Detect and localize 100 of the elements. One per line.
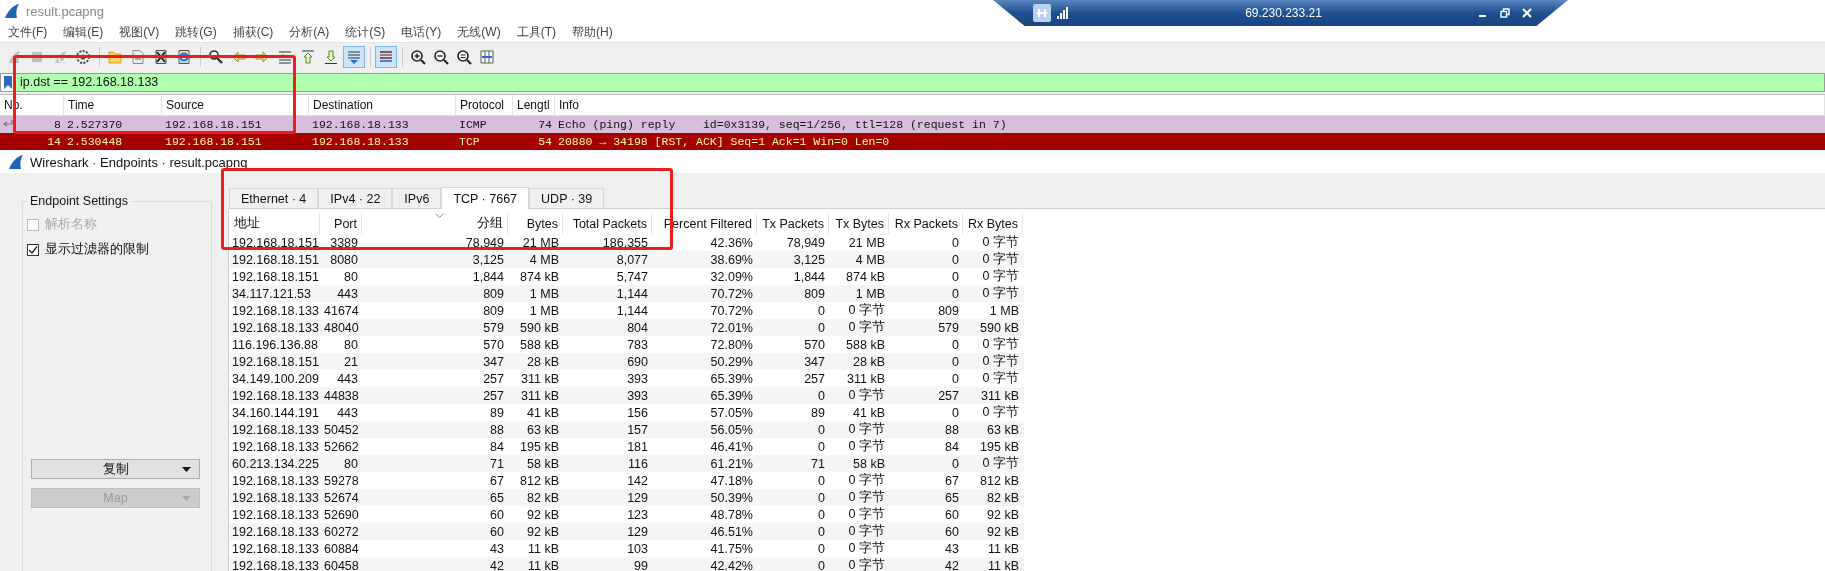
menu-item[interactable]: 工具(T) [516, 23, 556, 41]
table-cell-text: 11 kB [986, 541, 1020, 556]
bookmark-icon[interactable] [4, 75, 12, 89]
column-header[interactable]: Time [64, 95, 162, 115]
table-cell-text: 783 [626, 337, 649, 352]
table-cell-text: 4 MB [528, 252, 560, 267]
table-row[interactable]: 192.168.18.133 41674 809 1 MB 1,144 70.72% 0 0 字节 809 1 MB [230, 302, 1024, 319]
table-row[interactable]: 192.168.18.133 44838 257 311 kB 393 65.39% 0 0 字节 257 311 kB [230, 387, 1024, 404]
tab[interactable]: IPv6 [392, 188, 442, 208]
table-cell-text: 311 kB [520, 371, 560, 386]
autoscroll-icon[interactable] [343, 45, 365, 68]
table-cell-text: 192.168.18.151 [231, 354, 320, 369]
column-header[interactable]: Tx Packets [757, 213, 829, 234]
table-row[interactable]: 192.168.18.151 3389 78,949 21 MB 186,355 42.36% 78,949 21 MB 0 0 字节 [230, 234, 1024, 251]
table-cell-text: 8080 [329, 252, 359, 267]
table-cell-text: 0 字节 [847, 438, 886, 455]
packet-row[interactable]: 14 2.530448 192.168.18.151 192.168.18.133 TCP 54 20880 → 34198 [RST, ACK] Seq=1 Ack=1 Win=0 Len=0 [0, 133, 1825, 150]
table-cell-text: 195 kB [979, 439, 1020, 454]
table-cell-text: 4 MB [854, 252, 886, 267]
table-row[interactable]: 34.160.144.191 443 89 41 kB 156 57.05% 89 41 kB 0 0 字节 [230, 404, 1024, 421]
table-cell-text: 80 [343, 456, 359, 471]
table-cell-text: 60 [944, 524, 960, 539]
table-row[interactable]: 192.168.18.133 52674 65 82 kB 129 50.39% 0 0 字节 65 82 kB [230, 489, 1024, 506]
display-filter-field[interactable]: ip.dst == 192.168.18.133 [0, 72, 1825, 92]
table-cell-text: 21 MB [847, 235, 886, 250]
table-cell-text: 21 MB [521, 235, 560, 250]
colored-lines-icon[interactable] [375, 45, 397, 68]
column-header[interactable]: Bytes [508, 213, 563, 234]
column-header[interactable]: Rx Packets [889, 213, 963, 234]
packet-row[interactable]: 8 2.527370 192.168.18.151 192.168.18.133 ICMP 74 Echo (ping) reply id=0x3139, seq=1/256, ttl=128 (request in 7) [0, 116, 1825, 133]
table-cell-text: 42 [489, 558, 505, 571]
column-header[interactable]: Port [320, 213, 362, 234]
table-cell-text: 54 [537, 135, 553, 148]
column-header[interactable]: 地址 [230, 213, 320, 234]
table-cell-text: 192.168.18.151 [231, 252, 320, 267]
table-cell-text: 88 [944, 422, 960, 437]
table-cell-text: 0 字节 [847, 302, 886, 319]
table-cell-text: 192.168.18.133 [231, 558, 320, 571]
column-header[interactable]: 分组 [362, 213, 508, 234]
close-icon[interactable] [1522, 8, 1532, 18]
menu-item[interactable]: 电话(Y) [401, 23, 442, 41]
menu-item[interactable]: 跳转(G) [175, 23, 217, 41]
restore-icon[interactable] [1500, 8, 1510, 18]
checkbox[interactable] [27, 243, 39, 256]
table-cell-text: 92 kB [526, 507, 560, 522]
table-cell-text: 74 [537, 118, 553, 131]
menu-item[interactable]: 编辑(E) [63, 23, 104, 41]
column-header[interactable]: Destination [309, 95, 456, 115]
table-row[interactable]: 192.168.18.133 60884 43 11 kB 103 41.75% 0 0 字节 43 11 kB [230, 540, 1024, 557]
table-cell-text: 192.168.18.133 [231, 490, 320, 505]
tab[interactable]: UDP · 39 [529, 188, 605, 208]
menu-item[interactable]: 分析(A) [289, 23, 330, 41]
table-row[interactable]: 192.168.18.151 80 1,844 874 kB 5,747 32.09% 1,844 874 kB 0 0 字节 [230, 268, 1024, 285]
table-row[interactable]: 192.168.18.133 48040 579 590 kB 804 72.01% 0 0 字节 579 590 kB [230, 319, 1024, 336]
menu-item[interactable]: 捕获(C) [232, 23, 274, 41]
dropdown-button[interactable]: 复制 [31, 459, 200, 479]
table-cell-text: 67 [944, 473, 960, 488]
table-row[interactable]: 192.168.18.133 50452 88 63 kB 157 56.05% 0 0 字节 88 63 kB [230, 421, 1024, 438]
tab[interactable]: TCP · 7667 [441, 187, 530, 209]
menu-item[interactable]: 无线(W) [457, 23, 501, 41]
table-row[interactable]: 192.168.18.151 8080 3,125 4 MB 8,077 38.69% 3,125 4 MB 0 0 字节 [230, 251, 1024, 268]
table-row[interactable]: 192.168.18.133 59278 67 812 kB 142 47.18% 0 0 字节 67 812 kB [230, 472, 1024, 489]
table-cell-text: 78,949 [464, 235, 505, 250]
menu-item[interactable]: 统计(S) [345, 23, 386, 41]
table-row[interactable]: 34.117.121.53 443 809 1 MB 1,144 70.72% 809 1 MB 0 0 字节 [230, 285, 1024, 302]
checkbox-label: 显示过滤器的限制 [45, 241, 149, 258]
table-row[interactable]: 116.196.136.88 80 570 588 kB 783 72.80% 570 588 kB 0 0 字节 [230, 336, 1024, 353]
table-row[interactable]: 192.168.18.133 60272 60 92 kB 129 46.51% 0 0 字节 60 92 kB [230, 523, 1024, 540]
column-header[interactable]: Rx Bytes [963, 213, 1023, 234]
table-cell-text: 41 kB [526, 405, 560, 420]
table-row[interactable]: 60.213.134.225 80 71 58 kB 116 61.21% 71 58 kB 0 0 字节 [230, 455, 1024, 472]
table-row[interactable]: 192.168.18.133 52662 84 195 kB 181 46.41% 0 0 字节 84 195 kB [230, 438, 1024, 455]
table-row[interactable]: 192.168.18.133 52690 60 92 kB 123 48.78% 0 0 字节 60 92 kB [230, 506, 1024, 523]
menu-item[interactable]: 视图(V) [119, 23, 160, 41]
table-cell-text: 0 [951, 269, 960, 284]
table-cell-text: 0 字节 [981, 285, 1020, 302]
table-cell-text: 1,144 [615, 303, 649, 318]
column-header[interactable]: Tx Bytes [829, 213, 889, 234]
column-header[interactable]: Source [162, 95, 309, 115]
table-row[interactable]: 34.149.100.209 443 257 311 kB 393 65.39% 257 311 kB 0 0 字节 [230, 370, 1024, 387]
column-header[interactable]: Info [555, 95, 1825, 115]
table-cell-text: 257 [803, 371, 826, 386]
table-row[interactable]: 192.168.18.133 60458 42 11 kB 99 42.42% 0 0 字节 42 11 kB [230, 557, 1024, 571]
table-cell-text: 56.05% [709, 422, 754, 437]
table-cell-text: 5,747 [615, 269, 649, 284]
menu-item[interactable]: 帮助(H) [572, 23, 613, 41]
table-cell-text: 65 [489, 490, 505, 505]
column-header[interactable]: Lengtl [513, 95, 555, 115]
table-cell-text: 195 kB [519, 439, 560, 454]
column-header[interactable]: Protocol [456, 95, 513, 115]
table-cell-text: 590 kB [519, 320, 560, 335]
table-cell-text: 443 [336, 371, 359, 386]
menu-item[interactable]: 文件(F) [8, 23, 48, 41]
table-row[interactable]: 192.168.18.151 21 347 28 kB 690 50.29% 347 28 kB 0 0 字节 [230, 353, 1024, 370]
tab[interactable]: IPv4 · 22 [318, 188, 393, 208]
table-cell-text: 60458 [323, 558, 360, 571]
tab[interactable]: Ethernet · 4 [229, 188, 319, 208]
table-cell-text: 72.01% [709, 320, 754, 335]
app-logo-icon [8, 154, 24, 170]
column-header[interactable]: Total Packets [563, 213, 652, 234]
